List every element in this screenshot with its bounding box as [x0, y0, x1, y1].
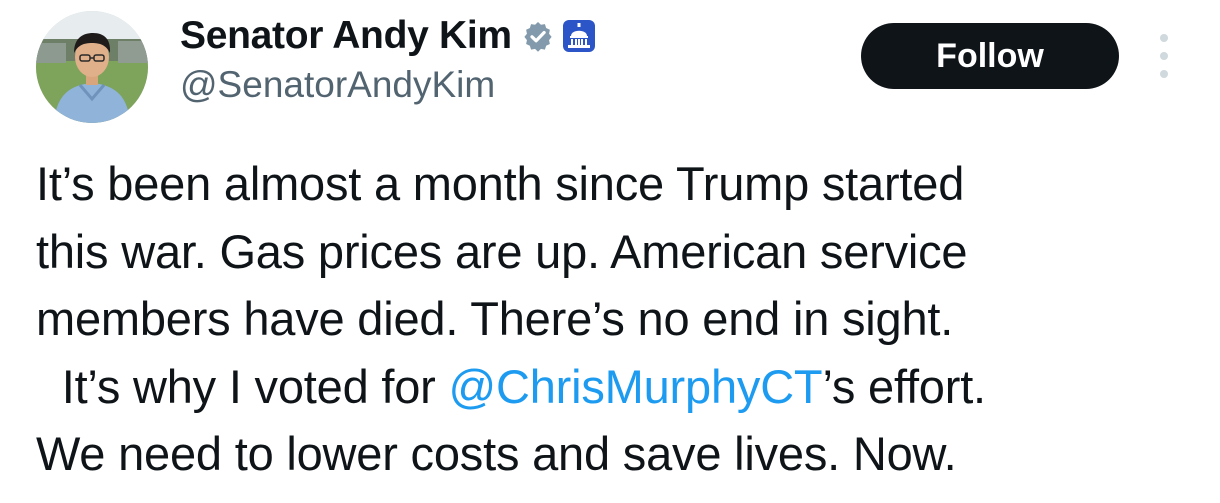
tweet-line: We need to lower costs and save lives. N…: [36, 427, 957, 480]
tweet-line: It’s been almost a month since Trump sta…: [36, 157, 965, 210]
profile-photo: [36, 11, 148, 123]
avatar[interactable]: [36, 11, 148, 123]
tweet-text: It’s been almost a month since Trump sta…: [36, 150, 1206, 488]
tweet-line: It’s why I voted for @ChrisMurphyCT’s ef…: [36, 353, 1206, 421]
follow-button[interactable]: Follow: [861, 23, 1119, 89]
tweet-line: members have died. There’s no end in sig…: [36, 292, 954, 345]
tweet-text-segment: It’s why I voted for: [36, 359, 449, 413]
more-options-dot: [1160, 70, 1168, 78]
tweet-line: this war. Gas prices are up. American se…: [36, 224, 968, 278]
tweet-text-segment: ’s effort.: [822, 359, 986, 413]
mention-link[interactable]: @ChrisMurphyCT: [448, 360, 822, 413]
more-options-dot: [1160, 34, 1168, 42]
more-options-icon[interactable]: [1151, 34, 1177, 78]
capitol-building-icon[interactable]: [562, 19, 596, 53]
verified-badge-icon[interactable]: [522, 20, 554, 52]
author-name-row: Senator Andy Kim: [180, 8, 596, 64]
author-handle[interactable]: @SenatorAndyKim: [180, 64, 495, 106]
more-options-dot: [1160, 52, 1168, 60]
author-display-name[interactable]: Senator Andy Kim: [180, 14, 512, 58]
